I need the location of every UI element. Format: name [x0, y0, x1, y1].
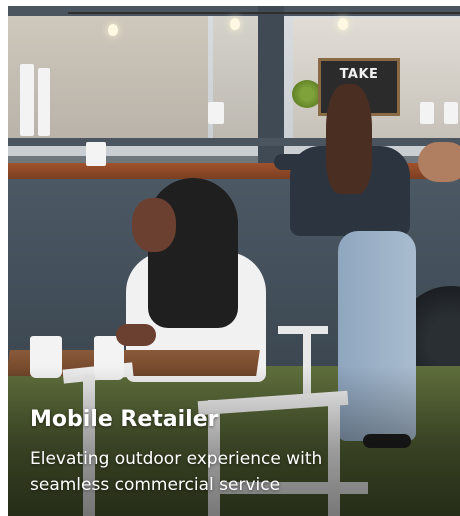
standing-woman-hair: [326, 84, 372, 194]
cup: [86, 142, 106, 166]
light-bulb: [230, 18, 240, 30]
seated-woman-face: [132, 198, 176, 252]
cup: [420, 102, 434, 124]
cup: [208, 102, 224, 124]
card-caption: Mobile Retailer Elevating outdoor experi…: [30, 406, 440, 498]
sign-text: TAKE: [339, 67, 379, 82]
cup: [444, 102, 458, 124]
card-subtitle: Elevating outdoor experience with seamle…: [30, 446, 440, 498]
vendor-arm: [418, 142, 460, 182]
light-bulb: [108, 24, 118, 36]
feature-card[interactable]: TAKE Mobile Retailer Elevating outdoor e…: [8, 6, 460, 516]
card-subtitle-line2: seamless commercial service: [30, 475, 281, 495]
card-title: Mobile Retailer: [30, 407, 219, 432]
light-bulb: [338, 18, 348, 30]
string-lights: [68, 12, 460, 14]
card-subtitle-line1: Elevating outdoor experience with: [30, 449, 323, 469]
